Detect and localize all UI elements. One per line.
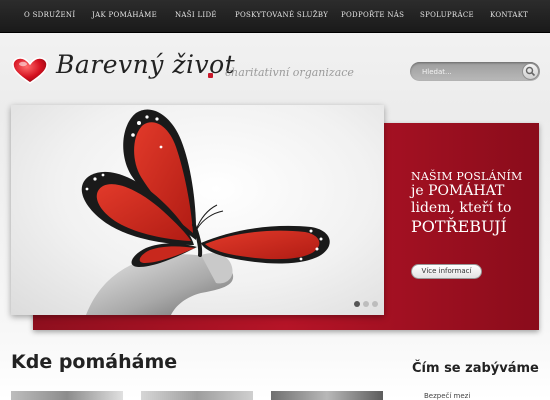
search-input[interactable] <box>422 65 517 78</box>
help-thumbnail-1[interactable] <box>11 391 123 400</box>
help-thumbnail-3[interactable] <box>271 391 383 400</box>
search-icon <box>525 66 536 77</box>
slider-butterfly-photo <box>11 105 384 315</box>
mission-line-4: POTŘEBUJÍ <box>411 216 507 236</box>
nav-item-podporte-nas[interactable]: PODPOŘTE NÁS <box>341 11 404 23</box>
site-tagline: charitativní organizace <box>225 66 354 79</box>
section-heading-where-we-help: Kde pomáháme <box>11 351 178 373</box>
slider-dot-2[interactable] <box>363 301 369 307</box>
slider-dot-3[interactable] <box>372 301 378 307</box>
mission-line-1: NAŠIM POSLÁNÍM <box>411 170 523 183</box>
nav-item-jak-pomahame[interactable]: JAK POMÁHÁME <box>92 11 157 23</box>
heart-logo-icon[interactable] <box>12 57 48 85</box>
search-button[interactable] <box>522 63 539 80</box>
logo-dot <box>208 73 213 78</box>
help-thumbnail-2[interactable] <box>141 391 253 400</box>
mission-line-3: lidem, kteří to <box>411 199 512 216</box>
slider-mission-text: NAŠIM POSLÁNÍM je POMÁHAT lidem, kteří t… <box>411 170 536 236</box>
nav-item-nasi-lide[interactable]: NAŠI LIDÉ <box>175 11 217 23</box>
slider-dot-1[interactable] <box>354 301 360 307</box>
butterfly-hand-image <box>81 109 330 315</box>
sidebar-heading-what-we-do: Čím se zabýváme <box>412 361 539 376</box>
mission-line-2: je POMÁHAT <box>411 183 505 200</box>
nav-item-poskytovane-sluzby[interactable]: POSKYTOVANÉ SLUŽBY <box>235 11 328 23</box>
nav-item-spoluprace[interactable]: SPOLUPRÁCE <box>420 11 474 23</box>
more-info-button[interactable]: Více informací <box>411 264 482 279</box>
nav-item-kontakt[interactable]: KONTAKT <box>490 11 528 23</box>
sidebar-link[interactable]: Bezpečí mezi <box>424 392 470 400</box>
search-box <box>410 62 540 81</box>
top-navigation: O SDRUŽENÍ JAK POMÁHÁME NAŠI LIDÉ POSKYT… <box>0 0 550 33</box>
nav-item-o-sdruzeni[interactable]: O SDRUŽENÍ <box>24 11 75 23</box>
